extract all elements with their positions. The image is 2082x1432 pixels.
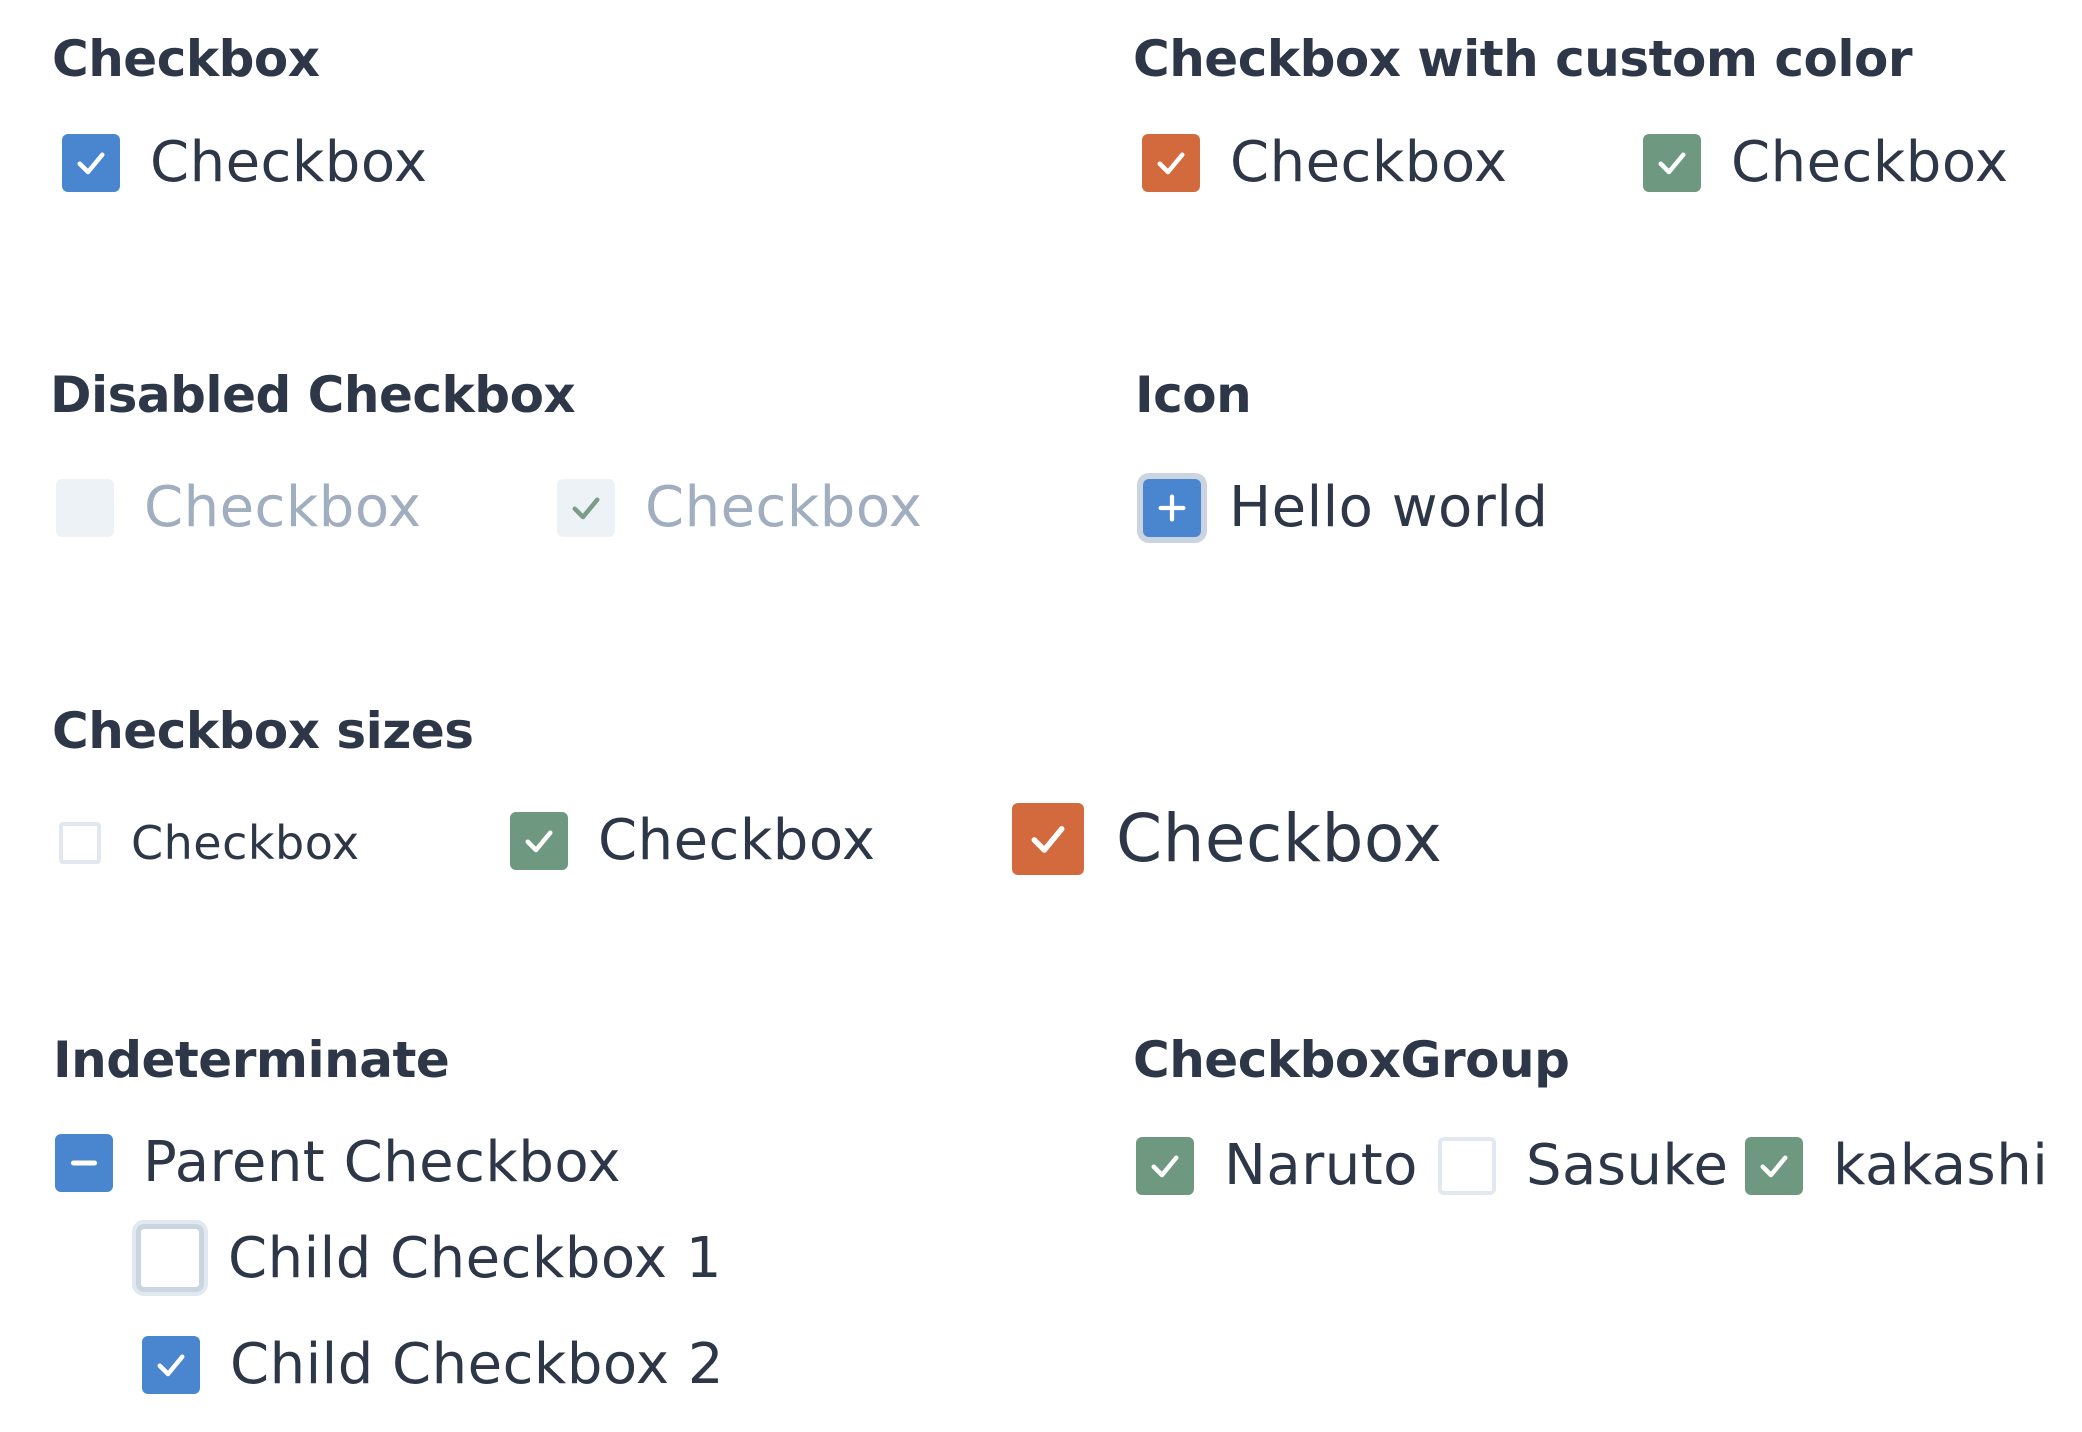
section-title-indeterminate: Indeterminate	[53, 1031, 450, 1089]
checkbox-basic[interactable]: Checkbox	[62, 130, 428, 195]
plus-icon	[1158, 494, 1186, 521]
checkbox-label: Checkbox	[150, 130, 428, 195]
checkbox-group-kakashi[interactable]: kakashi	[1745, 1133, 2048, 1198]
checkbox-size-lg[interactable]: Checkbox	[1012, 800, 1442, 877]
section-title-sizes: Checkbox sizes	[52, 702, 474, 760]
checkbox-size-sm[interactable]: Checkbox	[59, 816, 360, 870]
section-title-custom-color: Checkbox with custom color	[1133, 30, 1913, 88]
check-icon	[1157, 152, 1185, 174]
checkbox-label: Checkbox	[1731, 130, 2009, 195]
checkbox-box[interactable]	[1745, 1136, 1803, 1195]
checkbox-box[interactable]	[59, 822, 101, 864]
check-icon	[157, 1354, 185, 1376]
checkbox-box[interactable]	[1136, 1136, 1194, 1195]
checkbox-icon[interactable]: Hello world	[1143, 475, 1548, 540]
checkbox-label: Child Checkbox 1	[228, 1225, 722, 1291]
checkbox-box[interactable]	[62, 133, 120, 192]
checkbox-label: Sasuke	[1526, 1133, 1729, 1198]
checkbox-box[interactable]	[55, 1133, 113, 1192]
check-icon	[1151, 1155, 1179, 1177]
section-title-icon: Icon	[1135, 366, 1252, 424]
checkbox-group-naruto[interactable]: Naruto	[1136, 1133, 1418, 1198]
checkbox-box[interactable]	[1643, 133, 1701, 192]
check-icon	[1031, 825, 1065, 853]
checkbox-label: Checkbox	[131, 816, 360, 870]
checkbox-box[interactable]	[1142, 133, 1200, 192]
check-icon	[525, 830, 553, 852]
checkbox-box[interactable]	[142, 1335, 200, 1394]
checkbox-parent[interactable]: Parent Checkbox	[55, 1130, 621, 1195]
checkbox-box	[557, 478, 615, 537]
checkbox-box[interactable]	[1143, 478, 1201, 537]
checkbox-label: Checkbox	[1116, 800, 1443, 877]
checkbox-label: Checkbox	[645, 475, 923, 540]
checkbox-child-1[interactable]: Child Checkbox 1	[136, 1224, 722, 1292]
section-title-checkbox: Checkbox	[52, 30, 320, 88]
checkbox-box	[56, 478, 114, 537]
checkbox-box[interactable]	[510, 811, 568, 870]
checkbox-label: Checkbox	[144, 475, 422, 540]
checkbox-label: Naruto	[1224, 1133, 1418, 1198]
checkbox-disabled-checked: Checkbox	[557, 475, 923, 540]
checkbox-box[interactable]	[1012, 802, 1084, 875]
check-icon	[1658, 152, 1686, 174]
check-icon	[572, 497, 600, 519]
checkbox-label: Hello world	[1229, 475, 1549, 540]
checkbox-custom-green[interactable]: Checkbox	[1643, 130, 2009, 195]
checkbox-label: Parent Checkbox	[143, 1130, 622, 1195]
checkbox-size-md[interactable]: Checkbox	[510, 808, 876, 873]
check-icon	[77, 152, 105, 174]
checkbox-label: Child Checkbox 2	[230, 1332, 724, 1397]
checkbox-disabled-unchecked: Checkbox	[56, 475, 422, 540]
section-title-checkbox-group: CheckboxGroup	[1133, 1031, 1570, 1089]
checkbox-label: Checkbox	[598, 808, 876, 873]
section-title-disabled: Disabled Checkbox	[50, 366, 576, 424]
minus-icon	[70, 1159, 98, 1166]
check-icon	[1760, 1155, 1788, 1177]
checkbox-label: kakashi	[1833, 1133, 2049, 1198]
checkbox-custom-orange[interactable]: Checkbox	[1142, 130, 1508, 195]
checkbox-child-2[interactable]: Child Checkbox 2	[142, 1332, 724, 1397]
checkbox-label: Checkbox	[1230, 130, 1508, 195]
checkbox-group-sasuke[interactable]: Sasuke	[1438, 1133, 1728, 1198]
checkbox-box[interactable]	[1438, 1136, 1496, 1195]
checkbox-box[interactable]	[136, 1224, 204, 1292]
